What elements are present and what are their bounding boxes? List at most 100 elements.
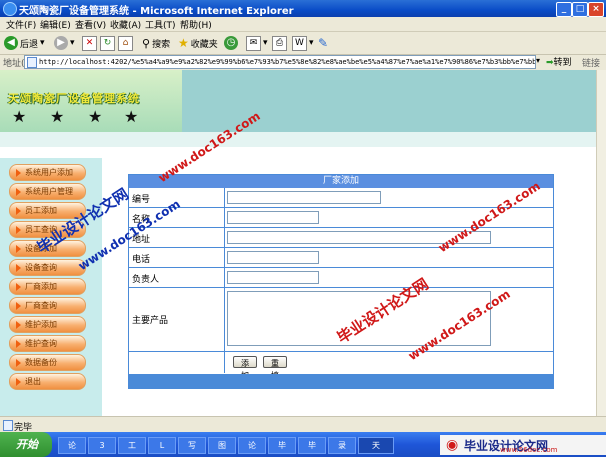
nav-item-system-user-manage[interactable]: 系统用户管理	[9, 183, 86, 200]
submit-button[interactable]: 添加	[233, 356, 257, 380]
go-label: 转到	[553, 58, 572, 68]
print-button[interactable]: ⎙	[272, 35, 287, 51]
vendor-add-form: 厂家添加 编号 名称 地址 电话 负责人 主要产品 添加 重填	[128, 174, 554, 389]
mail-button[interactable]: ✉ ▾	[246, 35, 268, 51]
page-icon	[27, 56, 37, 68]
banner-logo-area: 天颂陶瓷厂设备管理系统 ★ ★ ★ ★	[0, 70, 182, 132]
menu-bar: 文件(F) 编辑(E) 查看(V) 收藏(A) 工具(T) 帮助(H)	[0, 17, 606, 32]
form-row: 编号	[129, 188, 553, 208]
vendor-phone-input[interactable]	[227, 251, 319, 264]
history-button[interactable]: ◷	[224, 35, 238, 51]
form-footer	[129, 374, 553, 388]
form-label-cell	[129, 352, 225, 373]
chevron-down-icon: ▾	[40, 38, 45, 48]
taskbar-item[interactable]: 论	[238, 437, 266, 454]
forward-button[interactable]: ▶ ▾	[54, 35, 75, 51]
nav-label: 维护查询	[25, 339, 57, 348]
nav-label: 系统用户管理	[25, 187, 73, 196]
field-label: 电话	[132, 255, 151, 265]
form-row: 添加 重填	[129, 352, 553, 380]
forward-arrow-icon: ▶	[54, 36, 68, 50]
nav-item-exit[interactable]: 退出	[9, 373, 86, 390]
search-button[interactable]: ⚲ 搜索	[142, 35, 170, 51]
taskbar-item[interactable]: L	[148, 437, 176, 454]
links-label[interactable]: 链接	[582, 56, 600, 69]
back-button[interactable]: ◀ 后退 ▾	[4, 35, 45, 51]
banner-title: 天颂陶瓷厂设备管理系统	[8, 92, 140, 105]
search-icon: ⚲	[142, 36, 151, 50]
page-content: 天颂陶瓷厂设备管理系统 ★ ★ ★ ★ 系统用户添加 系统用户管理 员工添加 员…	[0, 70, 596, 416]
form-label-cell: 电话	[129, 248, 225, 267]
chevron-down-icon: ▾	[263, 38, 268, 48]
nav-item-vendor-query[interactable]: 厂商查询	[9, 297, 86, 314]
menu-edit[interactable]: 编辑(E)	[40, 18, 71, 31]
vendor-id-input[interactable]	[227, 191, 381, 204]
favorites-button[interactable]: ★ 收藏夹	[178, 35, 218, 51]
nav-item-equipment-query[interactable]: 设备查询	[9, 259, 86, 276]
nav-item-maintenance-query[interactable]: 维护查询	[9, 335, 86, 352]
search-label: 搜索	[152, 39, 171, 50]
taskbar-item[interactable]: 写	[178, 437, 206, 454]
menu-help[interactable]: 帮助(H)	[180, 18, 212, 31]
edit-button[interactable]: W ▾	[292, 35, 314, 51]
arrow-icon	[16, 339, 21, 348]
taskbar-item[interactable]: 3	[88, 437, 116, 454]
star-icon: ★	[50, 107, 65, 126]
close-button[interactable]: ×	[588, 2, 604, 17]
nav-item-maintenance-add[interactable]: 维护添加	[9, 316, 86, 333]
home-button[interactable]: ⌂	[118, 35, 133, 51]
arrow-icon	[16, 282, 21, 291]
form-row: 负责人	[129, 268, 553, 288]
address-input[interactable]: http://localhost:4202/%e5%a4%a9%e9%a2%82…	[24, 55, 536, 69]
form-label-cell: 主要产品	[129, 288, 225, 351]
reset-button[interactable]: 重填	[263, 356, 287, 380]
taskbar-item[interactable]: 录	[328, 437, 356, 454]
field-label: 编号	[132, 195, 151, 205]
go-arrow-icon: ➡	[546, 58, 554, 68]
go-button[interactable]: ➡转到	[546, 55, 572, 68]
taskbar-item-active[interactable]: 天	[358, 437, 394, 454]
nav-label: 退出	[25, 377, 41, 386]
start-label: 开始	[16, 438, 38, 451]
stop-button[interactable]: ✕	[82, 35, 97, 51]
menu-view[interactable]: 查看(V)	[75, 18, 106, 31]
arrow-icon	[16, 263, 21, 272]
menu-tools[interactable]: 工具(T)	[145, 18, 176, 31]
form-row: 电话	[129, 248, 553, 268]
taskbar-item[interactable]: 工	[118, 437, 146, 454]
nav-item-system-user-add[interactable]: 系统用户添加	[9, 164, 86, 181]
menu-favorites[interactable]: 收藏(A)	[110, 18, 141, 31]
taskbar-item[interactable]: 图	[208, 437, 236, 454]
star-icon: ★	[12, 107, 27, 126]
banner-divider	[0, 132, 596, 147]
arrow-icon	[16, 225, 21, 234]
mail-icon: ✉	[246, 35, 261, 51]
messenger-button[interactable]: ✎	[318, 35, 328, 51]
nav-label: 数据备份	[25, 358, 57, 367]
vendor-name-input[interactable]	[227, 211, 319, 224]
nav-label: 厂商查询	[25, 301, 57, 310]
address-dropdown-icon[interactable]: ▾	[536, 56, 540, 65]
page-icon	[3, 420, 13, 431]
nav-item-data-backup[interactable]: 数据备份	[9, 354, 86, 371]
form-label-cell: 负责人	[129, 268, 225, 287]
menu-file[interactable]: 文件(F)	[6, 18, 36, 31]
nav-label: 维护添加	[25, 320, 57, 329]
taskbar-item[interactable]: 毕	[268, 437, 296, 454]
vertical-scrollbar[interactable]	[596, 70, 606, 416]
title-bar: 天颂陶瓷厂设备管理系统 - Microsoft Internet Explore…	[0, 0, 606, 17]
maximize-button[interactable]: □	[572, 2, 588, 17]
taskbar-item[interactable]: 论	[58, 437, 86, 454]
refresh-button[interactable]: ↻	[100, 35, 115, 51]
favorites-label: 收藏夹	[190, 39, 218, 50]
taskbar-item[interactable]: 毕	[298, 437, 326, 454]
nav-label: 厂商添加	[25, 282, 57, 291]
minimize-button[interactable]: _	[556, 2, 572, 17]
address-bar: 地址(D) http://localhost:4202/%e5%a4%a9%e9…	[0, 55, 606, 69]
arrow-icon	[16, 320, 21, 329]
nav-item-vendor-add[interactable]: 厂商添加	[9, 278, 86, 295]
vendor-contact-input[interactable]	[227, 271, 319, 284]
start-button[interactable]: 开始	[0, 432, 52, 457]
form-heading: 厂家添加	[129, 175, 553, 188]
arrow-icon	[16, 206, 21, 215]
